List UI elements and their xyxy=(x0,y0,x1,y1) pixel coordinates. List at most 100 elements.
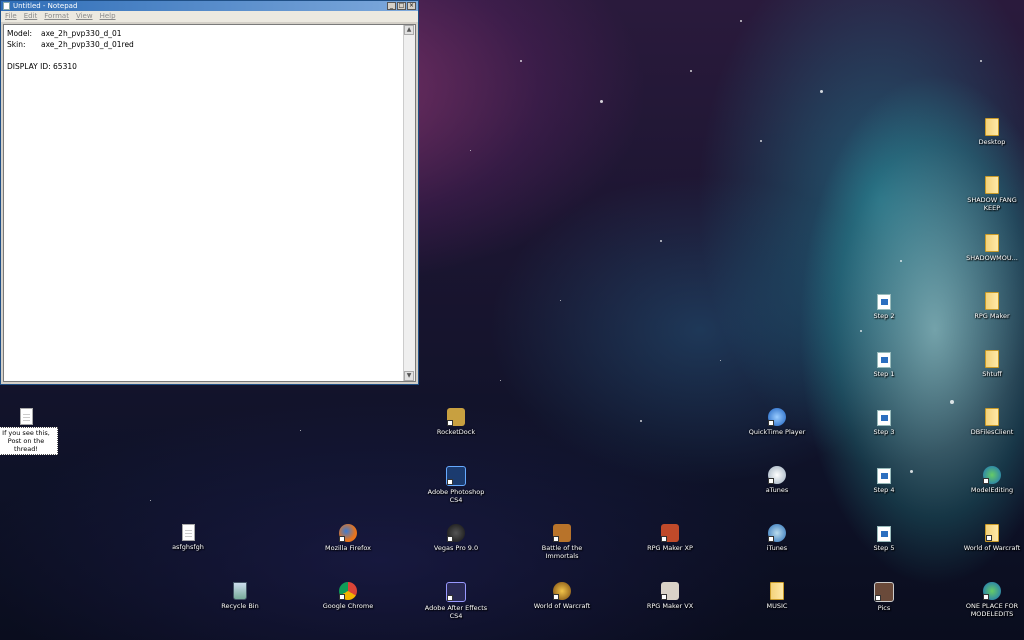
desktop-icon-text-file[interactable]: If you see this, Post on the thread! xyxy=(0,408,58,455)
desktop-icon-atunes[interactable]: aTunes xyxy=(745,466,809,494)
icon-label: SHADOW FANG KEEP xyxy=(967,196,1017,212)
icon-label: ONE PLACE FOR MODELEDITS xyxy=(965,602,1019,618)
image-file-icon xyxy=(877,352,891,368)
pictures-icon xyxy=(874,582,894,602)
warcraft-icon xyxy=(553,582,571,600)
line-key: DISPLAY ID: 65310 xyxy=(7,62,77,71)
notepad-icon xyxy=(3,2,10,10)
icon-label: World of Warcraft xyxy=(963,544,1021,552)
line-value: axe_2h_pvp330_d_01red xyxy=(41,40,134,49)
folder-icon xyxy=(985,176,999,194)
line-key: Model: xyxy=(7,29,33,38)
desktop-icon-rpg-maker[interactable]: RPG Maker xyxy=(960,292,1024,320)
desktop-icon-battle[interactable]: Battle of the Immortals xyxy=(530,524,594,560)
icon-label: MUSIC xyxy=(766,602,788,610)
globe-icon xyxy=(983,582,1001,600)
firefox-icon xyxy=(339,524,357,542)
desktop-icon-step4[interactable]: Step 4 xyxy=(852,468,916,494)
image-file-icon xyxy=(877,526,891,542)
text-line: Model: axe_2h_pvp330_d_01 xyxy=(7,28,134,39)
icon-label: Desktop xyxy=(978,138,1006,146)
desktop-icon-one-place[interactable]: ONE PLACE FOR MODELEDITS xyxy=(960,582,1024,618)
icon-label: Vegas Pro 9.0 xyxy=(433,544,479,552)
chrome-icon xyxy=(339,582,357,600)
desktop-icon-after-effects[interactable]: Adobe After Effects CS4 xyxy=(424,582,488,620)
minimize-button[interactable]: _ xyxy=(387,2,396,10)
line-value: axe_2h_pvp330_d_01 xyxy=(41,29,122,38)
text-file-icon xyxy=(181,524,195,541)
desktop-icon-photoshop[interactable]: Adobe Photoshop CS4 xyxy=(424,466,488,504)
close-button[interactable]: × xyxy=(407,2,416,10)
desktop-icon-asfghsfgh[interactable]: asfghsfgh xyxy=(156,524,220,551)
text-line xyxy=(7,50,134,61)
battle-icon xyxy=(553,524,571,542)
desktop-icon-desktop[interactable]: Desktop xyxy=(960,118,1024,146)
menu-format[interactable]: Format xyxy=(44,11,69,22)
desktop-icon-itunes[interactable]: iTunes xyxy=(745,524,809,552)
menu-bar: File Edit Format View Help xyxy=(1,11,418,22)
notepad-titlebar[interactable]: Untitled - Notepad _ □ × xyxy=(1,1,418,11)
folder-icon xyxy=(985,524,999,542)
desktop-icon-chrome[interactable]: Google Chrome xyxy=(316,582,380,610)
menu-view[interactable]: View xyxy=(76,11,93,22)
icon-label: Pics xyxy=(877,604,891,612)
desktop-icon-dbfiles[interactable]: DBFilesClient xyxy=(960,408,1024,436)
desktop-icon-recycle-bin[interactable]: Recycle Bin xyxy=(208,582,272,610)
desktop-icon-world-of[interactable]: World of Warcraft xyxy=(960,524,1024,552)
image-file-icon xyxy=(877,294,891,310)
desktop-icon-pics[interactable]: Pics xyxy=(852,582,916,612)
folder-icon xyxy=(985,408,999,426)
icon-label: If you see this, Post on the thread! xyxy=(0,427,58,455)
vegas-icon xyxy=(447,524,465,542)
desktop-icon-vegas[interactable]: Vegas Pro 9.0 xyxy=(424,524,488,552)
desktop-icon-step2[interactable]: Step 2 xyxy=(852,294,916,320)
icon-label: Google Chrome xyxy=(322,602,374,610)
folder-icon xyxy=(985,234,999,252)
image-file-icon xyxy=(877,410,891,426)
recycle-bin-icon xyxy=(233,582,247,600)
desktop-icon-wow[interactable]: World of Warcraft xyxy=(530,582,594,610)
icon-label: Adobe After Effects CS4 xyxy=(424,604,488,620)
icon-label: Step 2 xyxy=(873,312,895,320)
text-editor[interactable]: Model: axe_2h_pvp330_d_01 Skin: axe_2h_p… xyxy=(3,24,416,382)
icon-label: Shtuff xyxy=(982,370,1002,378)
desktop-icon-quicktime[interactable]: QuickTime Player xyxy=(745,408,809,436)
desktop-icon-shtuff[interactable]: Shtuff xyxy=(960,350,1024,378)
line-key: Skin: xyxy=(7,40,26,49)
desktop-icon-step3[interactable]: Step 3 xyxy=(852,410,916,436)
desktop-icon-rpg-vx[interactable]: RPG Maker VX xyxy=(638,582,702,610)
desktop-icon-shadowfang[interactable]: SHADOW FANG KEEP xyxy=(960,176,1024,212)
folder-icon xyxy=(770,582,784,600)
desktop-icon-step5[interactable]: Step 5 xyxy=(852,526,916,552)
desktop-icon-rpg-xp[interactable]: RPG Maker XP xyxy=(638,524,702,552)
folder-icon xyxy=(985,350,999,368)
rocketdock-icon xyxy=(447,408,465,426)
notepad-window[interactable]: Untitled - Notepad _ □ × File Edit Forma… xyxy=(0,0,419,385)
desktop-icon-music[interactable]: MUSIC xyxy=(745,582,809,610)
desktop-icon-firefox[interactable]: Mozilla Firefox xyxy=(316,524,380,552)
vertical-scrollbar[interactable]: ▲ ▼ xyxy=(403,25,415,381)
icon-label: Step 5 xyxy=(873,544,895,552)
rpg-maker-xp-icon xyxy=(661,524,679,542)
icon-label: SHADOWMOU... xyxy=(966,254,1018,262)
icon-label: DBFilesClient xyxy=(970,428,1014,436)
scroll-down-icon[interactable]: ▼ xyxy=(404,371,414,381)
icon-label: Recycle Bin xyxy=(221,602,259,610)
menu-edit[interactable]: Edit xyxy=(24,11,38,22)
maximize-button[interactable]: □ xyxy=(397,2,406,10)
desktop-icon-step1[interactable]: Step 1 xyxy=(852,352,916,378)
photoshop-icon xyxy=(446,466,466,486)
itunes-icon xyxy=(768,524,786,542)
desktop-icon-rocketdock[interactable]: RocketDock xyxy=(424,408,488,436)
desktop-icon-modeledit[interactable]: ModelEditing xyxy=(960,466,1024,494)
menu-help[interactable]: Help xyxy=(100,11,116,22)
scroll-up-icon[interactable]: ▲ xyxy=(404,25,414,35)
menu-file[interactable]: File xyxy=(5,11,17,22)
text-line: Skin: axe_2h_pvp330_d_01red xyxy=(7,39,134,50)
icon-label: RPG Maker xyxy=(974,312,1010,320)
desktop-icon-shadowmou[interactable]: SHADOWMOU... xyxy=(960,234,1024,262)
icon-label: QuickTime Player xyxy=(748,428,806,436)
icon-label: ModelEditing xyxy=(970,486,1014,494)
rpg-maker-vx-icon xyxy=(661,582,679,600)
icon-label: Step 3 xyxy=(873,428,895,436)
